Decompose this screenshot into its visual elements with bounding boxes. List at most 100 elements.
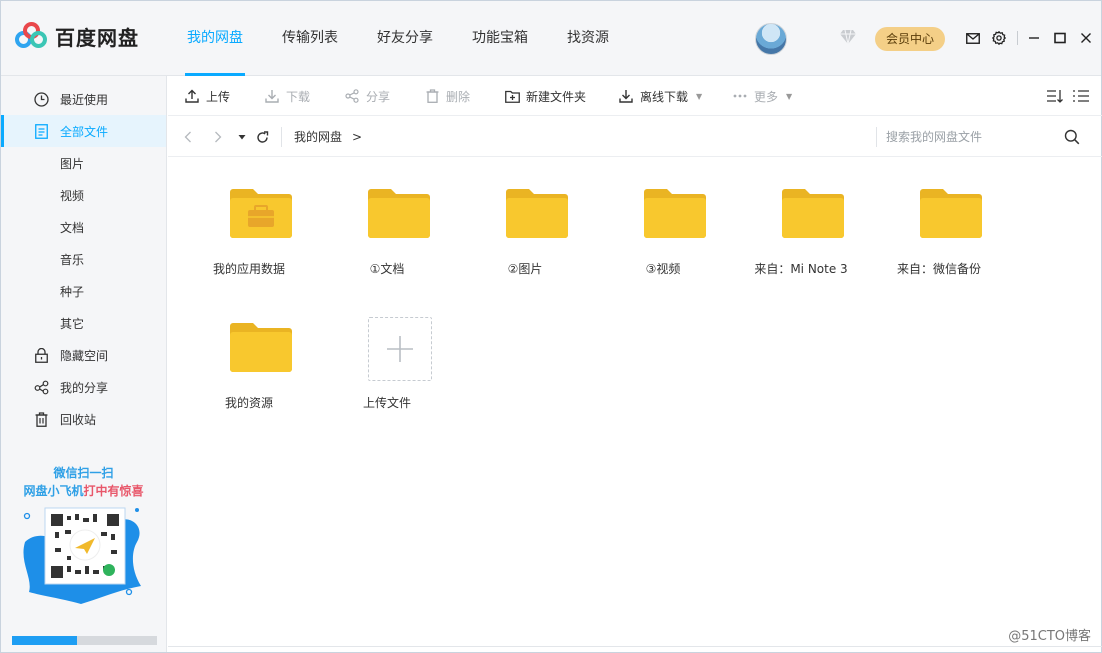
tab-find-resources[interactable]: 找资源 bbox=[567, 1, 609, 76]
folder-tile[interactable]: 来自：Mi Note 3 bbox=[732, 158, 870, 278]
sidebar-item-label: 回收站 bbox=[60, 412, 97, 427]
divider bbox=[1017, 31, 1018, 45]
sidebar: 最近使用 全部文件 图片 视频 文档 音乐 种子 其它 隐藏空间 我的分享 回收… bbox=[1, 76, 167, 652]
share-label: 分享 bbox=[366, 89, 391, 104]
sidebar-item-label: 我的分享 bbox=[60, 380, 109, 395]
new-folder-label: 新建文件夹 bbox=[526, 89, 587, 104]
app-logo: 百度网盘 bbox=[15, 21, 139, 51]
file-name: 我的应用数据 bbox=[212, 262, 285, 276]
qr-code-promo-image[interactable] bbox=[19, 504, 147, 608]
close-icon[interactable] bbox=[1078, 29, 1094, 47]
avatar[interactable] bbox=[755, 23, 787, 55]
tab-friend-share[interactable]: 好友分享 bbox=[377, 1, 433, 76]
sidebar-item-other[interactable]: 其它 bbox=[1, 307, 166, 339]
vip-center-button[interactable]: 会员中心 bbox=[875, 27, 945, 51]
sidebar-item-my-shares[interactable]: 我的分享 bbox=[1, 371, 166, 403]
upload-file-label: 上传文件 bbox=[362, 396, 411, 410]
folder-icon bbox=[368, 189, 430, 238]
file-name: 来自：微信备份 bbox=[896, 262, 981, 276]
folder-icon bbox=[782, 189, 844, 238]
minimize-icon[interactable] bbox=[1026, 29, 1042, 47]
sidebar-item-all-files[interactable]: 全部文件 bbox=[1, 115, 166, 147]
trash-icon bbox=[424, 88, 440, 104]
folder-icon bbox=[920, 189, 982, 238]
sidebar-item-music[interactable]: 音乐 bbox=[1, 243, 166, 275]
refresh-icon[interactable] bbox=[254, 129, 270, 145]
upload-dropzone[interactable] bbox=[368, 317, 432, 381]
maximize-icon[interactable] bbox=[1052, 29, 1068, 47]
share-icon bbox=[32, 378, 50, 396]
more-button[interactable]: 更多 ▼ bbox=[732, 76, 792, 116]
sidebar-item-recycle-bin[interactable]: 回收站 bbox=[1, 403, 166, 435]
download-button[interactable]: 下载 bbox=[264, 76, 310, 116]
sidebar-item-videos[interactable]: 视频 bbox=[1, 179, 166, 211]
forward-icon[interactable] bbox=[210, 129, 226, 145]
chevron-down-icon: ▼ bbox=[786, 91, 793, 101]
window-controls bbox=[965, 29, 1102, 47]
chevron-down-icon: ▼ bbox=[696, 91, 703, 101]
search-icon[interactable] bbox=[1064, 129, 1080, 145]
history-dropdown-icon[interactable] bbox=[234, 129, 250, 145]
storage-progress-fill bbox=[12, 636, 78, 645]
folder-icon bbox=[506, 189, 568, 238]
divider bbox=[876, 127, 877, 147]
folder-tile[interactable]: 我的资源 bbox=[180, 292, 318, 412]
main-nav: 我的网盘 传输列表 好友分享 功能宝箱 找资源 bbox=[171, 1, 648, 76]
storage-progress-bar bbox=[12, 636, 157, 645]
file-name: 我的资源 bbox=[224, 396, 273, 410]
tab-toolbox[interactable]: 功能宝箱 bbox=[472, 1, 528, 76]
search-input[interactable] bbox=[886, 125, 1066, 149]
download-label: 下载 bbox=[286, 89, 311, 104]
sidebar-item-recent[interactable]: 最近使用 bbox=[1, 83, 166, 115]
trash-icon bbox=[32, 410, 50, 428]
folder-tile[interactable]: ③视频 bbox=[594, 158, 732, 278]
download-icon bbox=[264, 88, 280, 104]
sidebar-item-images[interactable]: 图片 bbox=[1, 147, 166, 179]
breadcrumb-item[interactable]: 我的网盘 bbox=[294, 130, 342, 144]
new-folder-button[interactable]: 新建文件夹 bbox=[504, 76, 586, 116]
file-name: ①文档 bbox=[369, 262, 405, 276]
sidebar-item-hidden-space[interactable]: 隐藏空间 bbox=[1, 339, 166, 371]
list-view-icon[interactable] bbox=[1072, 88, 1090, 104]
path-bar: 我的网盘 > bbox=[168, 117, 1102, 157]
folder-tile[interactable]: ①文档 bbox=[318, 158, 456, 278]
upload-icon bbox=[184, 88, 200, 104]
share-button[interactable]: 分享 bbox=[344, 76, 390, 116]
tab-transfer-list[interactable]: 传输列表 bbox=[282, 1, 338, 76]
file-grid: 我的应用数据 ①文档 ②图片 ③视频 来自：Mi Note 3 来自：微信备份 … bbox=[168, 158, 1102, 646]
mail-icon[interactable] bbox=[965, 29, 981, 47]
folder-tile[interactable]: ②图片 bbox=[456, 158, 594, 278]
back-icon[interactable] bbox=[180, 129, 196, 145]
chevron-right-icon: > bbox=[352, 130, 363, 144]
watermark: @51CTO博客 bbox=[1008, 629, 1091, 644]
lock-icon bbox=[32, 346, 50, 364]
sidebar-item-documents[interactable]: 文档 bbox=[1, 211, 166, 243]
divider bbox=[168, 646, 1102, 647]
promo-line-2b: 打中有惊喜 bbox=[83, 484, 144, 498]
upload-button[interactable]: 上传 bbox=[184, 76, 230, 116]
promo-line-2a: 网盘小飞机 bbox=[23, 484, 84, 498]
offline-download-button[interactable]: 离线下载 ▼ bbox=[618, 76, 702, 116]
divider bbox=[281, 127, 282, 147]
delete-label: 删除 bbox=[446, 89, 471, 104]
view-controls bbox=[1038, 88, 1090, 104]
breadcrumb[interactable]: 我的网盘 > bbox=[294, 117, 362, 157]
diamond-icon[interactable] bbox=[839, 29, 857, 45]
sidebar-item-torrents[interactable]: 种子 bbox=[1, 275, 166, 307]
file-name: ②图片 bbox=[507, 262, 543, 276]
tab-my-drive[interactable]: 我的网盘 bbox=[185, 1, 245, 76]
app-title: 百度网盘 bbox=[55, 25, 139, 50]
folder-tile[interactable]: 来自：微信备份 bbox=[870, 158, 1008, 278]
title-bar: 百度网盘 我的网盘 传输列表 好友分享 功能宝箱 找资源 会员中心 bbox=[1, 1, 1101, 76]
sidebar-item-label: 隐藏空间 bbox=[60, 348, 109, 363]
folder-tile[interactable]: 我的应用数据 bbox=[180, 158, 318, 278]
upload-label: 上传 bbox=[206, 89, 231, 104]
document-icon bbox=[32, 122, 50, 140]
file-name: ③视频 bbox=[645, 262, 681, 276]
promo-line-2: 网盘小飞机打中有惊喜 bbox=[1, 482, 166, 499]
promo-line-1: 微信扫一扫 bbox=[53, 466, 114, 480]
sort-icon[interactable] bbox=[1046, 88, 1064, 104]
delete-button[interactable]: 删除 bbox=[424, 76, 470, 116]
upload-file-tile[interactable]: 上传文件 bbox=[318, 317, 456, 437]
settings-icon[interactable] bbox=[991, 29, 1007, 47]
